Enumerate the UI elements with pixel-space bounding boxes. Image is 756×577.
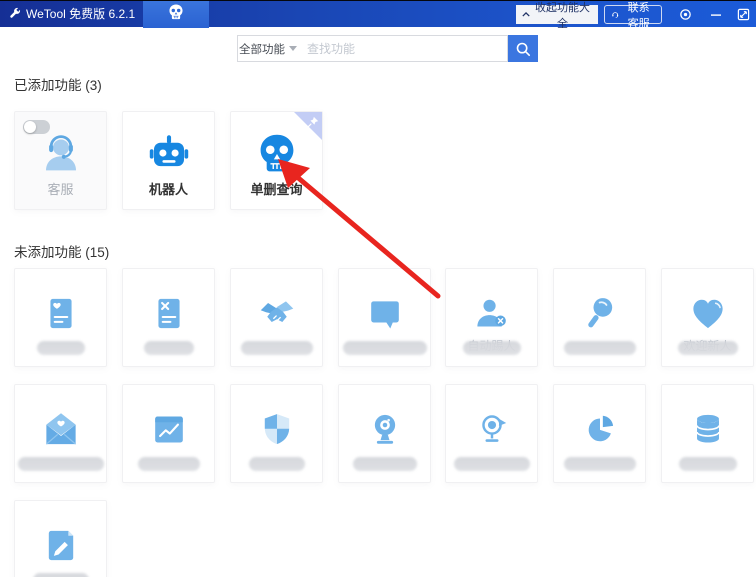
feature-card-customer-service[interactable]: 客服: [14, 111, 107, 210]
mail-heart-icon: [41, 410, 80, 449]
minimize-button[interactable]: [708, 7, 723, 22]
maximize-button[interactable]: [736, 7, 751, 22]
feature-card-robot[interactable]: 机器人: [122, 111, 215, 210]
redacted-label: [36, 341, 85, 355]
chart-window-icon: [149, 410, 188, 449]
feature-card-chart-window[interactable]: [122, 384, 215, 483]
toggle-knob: [24, 121, 36, 133]
feature-card-database[interactable]: [661, 384, 754, 483]
title-bar: WeTool 免费版 6.2.1 收起功能大全 联系客服: [0, 0, 756, 30]
pie-chart-icon: [580, 410, 619, 449]
session-tab[interactable]: [143, 1, 209, 28]
redacted-label: [352, 457, 417, 471]
feature-card-note-edit[interactable]: [14, 500, 107, 577]
redacted-label: [342, 341, 427, 355]
feature-card-webcam[interactable]: [338, 384, 431, 483]
feature-card-magnifier[interactable]: [553, 268, 646, 367]
chevron-down-icon: [289, 46, 297, 51]
redacted-label: [17, 457, 104, 471]
redacted-label: [563, 341, 636, 355]
pin-icon: [307, 115, 319, 128]
note-edit-icon: [41, 526, 80, 565]
feature-card-skull[interactable]: 单删查询: [230, 111, 323, 210]
redacted-label: [32, 573, 89, 577]
settings-gear-icon[interactable]: [678, 7, 693, 22]
feature-card-shield[interactable]: [230, 384, 323, 483]
search-icon: [516, 42, 531, 56]
skull-icon: [254, 131, 299, 176]
magnifier-icon: [580, 294, 619, 333]
chat-bubble-icon: [365, 294, 404, 333]
headset-icon: [612, 12, 619, 18]
redacted-label: [137, 457, 200, 471]
feature-card-person-remove[interactable]: 自动踢人: [445, 268, 538, 367]
chevron-up-icon: [522, 12, 530, 17]
contact-support-button[interactable]: 联系客服: [604, 2, 662, 30]
skull-avatar-icon: [167, 3, 185, 26]
feature-label: 单删查询: [250, 182, 303, 197]
search-input[interactable]: [298, 35, 508, 62]
redacted-label: [563, 457, 636, 471]
feature-label: 客服: [47, 182, 74, 197]
robot-icon: [146, 131, 191, 176]
database-icon: [688, 410, 727, 449]
doc-x-icon: [149, 294, 188, 333]
wrench-icon: [10, 7, 21, 18]
redacted-label: [677, 341, 738, 355]
redacted-label: [453, 457, 530, 471]
person-remove-icon: [472, 294, 511, 333]
shield-icon: [257, 410, 296, 449]
feature-card-handshake[interactable]: [230, 268, 323, 367]
feature-card-card-heart[interactable]: [14, 268, 107, 367]
feature-label: 机器人: [148, 182, 188, 197]
redacted-label: [678, 457, 737, 471]
wetool-window: WeTool 免费版 6.2.1 收起功能大全 联系客服 全部功能 查找功能 已…: [0, 0, 756, 577]
webcam-icon: [365, 410, 404, 449]
app-title: WeTool 免费版 6.2.1: [26, 7, 136, 21]
feature-card-pie-chart[interactable]: [553, 384, 646, 483]
feature-card-globe-sync[interactable]: [445, 384, 538, 483]
search-button[interactable]: [508, 35, 538, 62]
globe-sync-icon: [472, 410, 511, 449]
redacted-label: [248, 457, 305, 471]
feature-card-heart[interactable]: 欢迎新人: [661, 268, 754, 367]
customer-service-icon: [38, 131, 83, 176]
card-heart-icon: [41, 294, 80, 333]
feature-card-mail-heart[interactable]: [14, 384, 107, 483]
unadded-features-title: 未添加功能 (15): [14, 245, 110, 260]
redacted-label: [240, 341, 313, 355]
collapse-feature-panel-button[interactable]: 收起功能大全: [516, 2, 598, 30]
heart-icon: [688, 294, 727, 333]
feature-card-doc-x[interactable]: [122, 268, 215, 367]
redacted-label: [143, 341, 194, 355]
feature-card-chat-bubble[interactable]: [338, 268, 431, 367]
added-features-title: 已添加功能 (3): [14, 78, 102, 93]
redacted-label: [462, 341, 521, 355]
search-scope-dropdown[interactable]: 全部功能: [237, 35, 299, 62]
handshake-icon: [257, 294, 296, 333]
